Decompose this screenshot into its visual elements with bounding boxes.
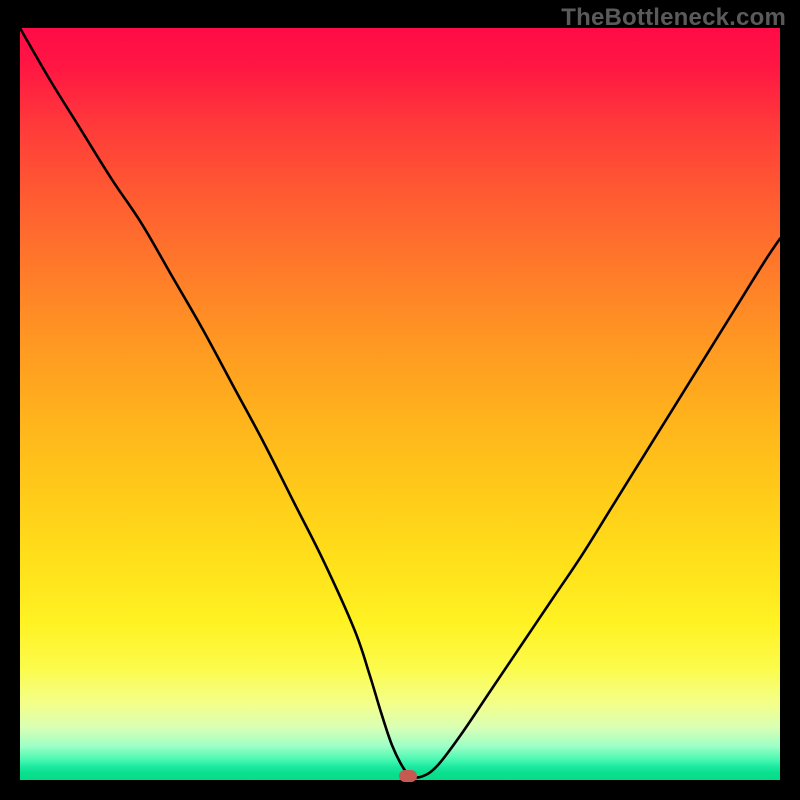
chart-frame: TheBottleneck.com — [0, 0, 800, 800]
bottleneck-curve — [20, 28, 780, 780]
min-marker — [399, 770, 417, 782]
plot-area — [20, 28, 780, 780]
